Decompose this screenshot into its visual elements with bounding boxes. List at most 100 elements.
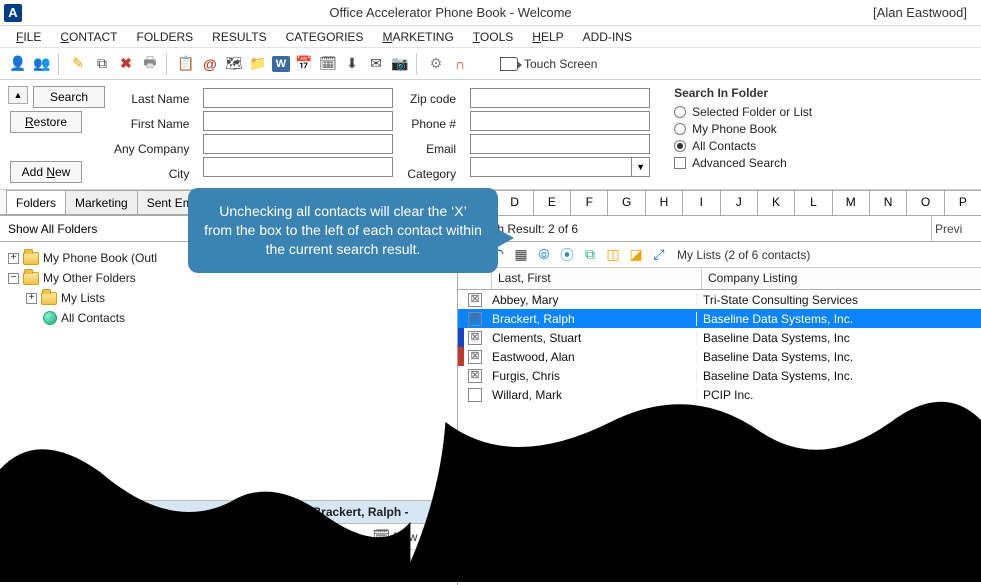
menu-tools[interactable]: TOOLS (465, 28, 521, 46)
name-column-header[interactable]: Last, First (492, 268, 702, 289)
expand-icon[interactable]: ⤢ (650, 246, 668, 264)
menu-categories[interactable]: CATEGORIES (278, 28, 372, 46)
link-icon[interactable]: ⦾ (535, 246, 553, 264)
grid-icon[interactable]: ▦ (512, 246, 530, 264)
left-tab-folders[interactable]: Folders (6, 190, 66, 214)
clipboard-icon[interactable]: 📋 (176, 54, 196, 74)
tree-all-contacts[interactable]: All Contacts (26, 308, 449, 328)
row-checkbox[interactable] (468, 388, 482, 402)
camera-icon[interactable]: 📷 (390, 54, 410, 74)
lastname-input[interactable] (203, 88, 393, 108)
row-checkbox[interactable]: ⊠ (468, 369, 482, 383)
arrange-icon[interactable]: ◫ (604, 246, 622, 264)
alpha-tab-e[interactable]: E (533, 190, 571, 215)
delete-icon[interactable]: ✖ (116, 54, 136, 74)
row-checkbox[interactable]: ⊠ (468, 350, 482, 364)
chevron-down-icon[interactable]: ▼ (632, 157, 650, 177)
radio-my-phone-book[interactable]: My Phone Book (674, 122, 812, 136)
alpha-tab-l[interactable]: L (794, 190, 832, 215)
magnet-icon[interactable]: ∩ (450, 54, 470, 74)
arrange2-icon[interactable]: ◪ (627, 246, 645, 264)
categories-action[interactable]: ories (220, 530, 246, 544)
checkbox-advanced-search[interactable]: Advanced Search (674, 156, 812, 170)
at-icon[interactable]: @ (200, 54, 220, 74)
alpha-tab-g[interactable]: G (607, 190, 645, 215)
alpha-tab-d[interactable]: D (495, 190, 533, 215)
city-label: City (169, 163, 190, 185)
preview-button[interactable]: Previ (931, 216, 981, 241)
category-select[interactable] (470, 157, 632, 177)
print-icon[interactable]: 🖶 (140, 54, 160, 74)
row-checkbox[interactable]: ⊠ (468, 312, 482, 326)
contact-row[interactable]: ⊠Brackert, RalphBaseline Data Systems, I… (458, 309, 981, 328)
results-toolbar: ☰ ↶ ▦ ⦾ ⦿ ⧉ ◫ ◪ ⤢ My Lists (2 of 6 conta… (458, 242, 981, 268)
contact-row[interactable]: Willard, MarkPCIP Inc. (458, 385, 981, 404)
map-icon[interactable]: 🗺 (224, 54, 244, 74)
tree-my-lists[interactable]: + My Lists (26, 288, 449, 308)
my-data-sheet-action[interactable]: ▤ My Data Sheet (260, 529, 359, 545)
folder-icon[interactable]: 📁 (248, 54, 268, 74)
alpha-tab-f[interactable]: F (570, 190, 608, 215)
person-red-icon[interactable]: 👤 (8, 54, 28, 74)
data-sheet-header[interactable]: ▲ My Data Sheet (0, 550, 981, 572)
gear-icon[interactable]: ⚙ (426, 54, 446, 74)
contact-row[interactable]: ⊠Clements, StuartBaseline Data Systems, … (458, 328, 981, 347)
city-input[interactable] (203, 157, 393, 177)
alpha-tab-n[interactable]: N (869, 190, 907, 215)
new-action-action[interactable]: 🗓 New Action (373, 529, 453, 545)
phone-input[interactable] (470, 111, 650, 131)
firstname-input[interactable] (203, 111, 393, 131)
menu-results[interactable]: RESULTS (204, 28, 274, 46)
menu-contact[interactable]: CONTACT (52, 28, 125, 46)
menu-folders[interactable]: FOLDERS (128, 28, 201, 46)
menu-file[interactable]: FILE (8, 28, 49, 46)
copy-green-icon[interactable]: ⧉ (581, 246, 599, 264)
company-column-header[interactable]: Company Listing (702, 268, 981, 289)
people-red-icon[interactable]: 👥 (32, 54, 52, 74)
row-checkbox[interactable]: ⊠ (468, 331, 482, 345)
link2-icon[interactable]: ⦿ (558, 246, 576, 264)
expand-icon[interactable]: + (8, 253, 19, 264)
zip-input[interactable] (470, 88, 650, 108)
email-input[interactable] (470, 134, 650, 154)
app-icon: A (4, 4, 22, 22)
menu-help[interactable]: HELP (524, 28, 571, 46)
collapse-icon[interactable]: − (8, 273, 19, 284)
calendar-icon[interactable]: 📅 (294, 54, 314, 74)
radio-all-contacts[interactable]: All Contacts (674, 139, 812, 153)
edit-icon[interactable]: ✎ (68, 54, 88, 74)
alpha-tab-m[interactable]: M (832, 190, 870, 215)
download-icon[interactable]: ⬇ (342, 54, 362, 74)
contact-row[interactable]: ⊠Furgis, ChrisBaseline Data Systems, Inc… (458, 366, 981, 385)
contact-row[interactable]: ⊠Eastwood, AlanBaseline Data Systems, In… (458, 347, 981, 366)
alpha-tab-o[interactable]: O (906, 190, 944, 215)
collapse-toggle-icon[interactable]: ▲ (8, 86, 28, 104)
menu-marketing[interactable]: MARKETING (374, 28, 461, 46)
contact-row[interactable]: ⊠Abbey, MaryTri-State Consulting Service… (458, 290, 981, 309)
menu-add-ins[interactable]: ADD-INS (575, 28, 640, 46)
firstname-label: First Name (131, 113, 190, 135)
copy-icon[interactable]: ⧉ (92, 54, 112, 74)
globe-icon (43, 311, 57, 325)
expand-icon[interactable]: + (26, 293, 37, 304)
touch-screen-button[interactable]: Touch Screen (500, 57, 597, 71)
add-new-button[interactable]: Add New (10, 161, 82, 183)
alpha-tab-p[interactable]: P (944, 190, 981, 215)
send-email-action[interactable]: @ Send Email (467, 529, 548, 545)
alpha-tab-h[interactable]: H (645, 190, 683, 215)
word-icon[interactable]: W (272, 56, 290, 72)
restore-button[interactable]: Restore (10, 111, 82, 133)
row-marker (458, 290, 464, 309)
schedule-icon[interactable]: 🗓 (318, 54, 338, 74)
radio-selected-folder[interactable]: Selected Folder or List (674, 105, 812, 119)
alpha-tab-k[interactable]: K (757, 190, 795, 215)
company-input[interactable] (203, 134, 393, 154)
alpha-tab-j[interactable]: J (720, 190, 758, 215)
left-tab-marketing[interactable]: Marketing (65, 190, 138, 214)
chevron-up-icon: ▲ (440, 556, 450, 567)
row-checkbox[interactable]: ⊠ (468, 293, 482, 307)
alpha-tab-i[interactable]: I (682, 190, 720, 215)
row-company: Baseline Data Systems, Inc. (696, 369, 981, 383)
mail-icon[interactable]: ✉ (366, 54, 386, 74)
search-button[interactable]: Search (33, 86, 105, 108)
